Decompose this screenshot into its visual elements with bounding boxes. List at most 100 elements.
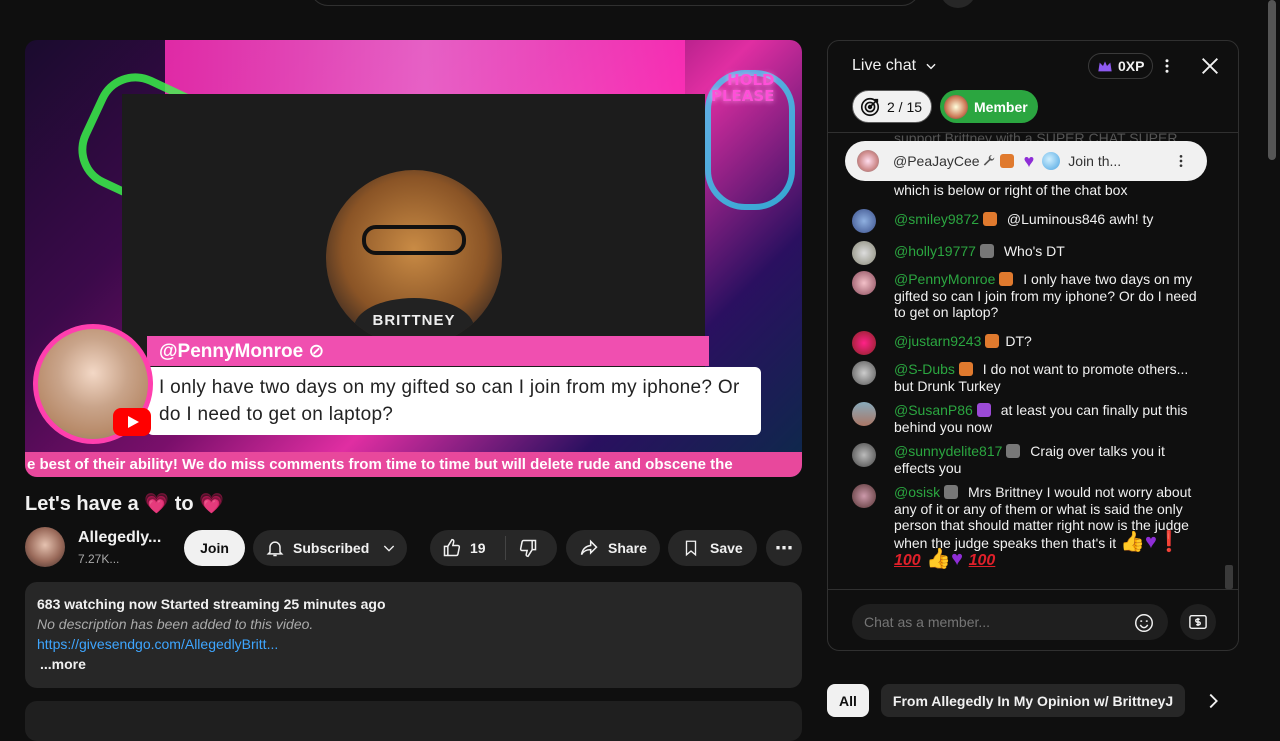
ticker-text: e best of their ability! We do miss comm… [27, 456, 733, 473]
hundred-points-icon: 100 [968, 552, 996, 569]
more-actions-button[interactable]: ⋯ [766, 530, 802, 566]
goal-pill[interactable]: 2 / 15 [852, 90, 932, 123]
glasses-graphic [362, 225, 466, 255]
message-author[interactable]: @S-Dubs [894, 361, 955, 377]
emoji-group: 👍♥❗ [1120, 531, 1182, 553]
overlay-author: @PennyMonroe ⊘ [159, 341, 325, 362]
thumbs-down-icon [518, 538, 538, 558]
bear-logo: BRITTNEY [326, 170, 502, 346]
message-author[interactable]: @PennyMonroe [894, 271, 995, 287]
member-badge-icon [976, 403, 991, 417]
chat-mode-dropdown[interactable]: Live chat [852, 57, 938, 75]
thumbs-up-emoji-icon: 👍 [1120, 530, 1145, 553]
message-author[interactable]: @justarn9243 [894, 333, 981, 349]
message-text: DT? [1005, 333, 1032, 349]
chip-all[interactable]: All [827, 684, 869, 717]
description-link[interactable]: https://givesendgo.com/AllegedlyBritt... [37, 636, 790, 652]
video-player[interactable]: HOLD PLEASE BRITTNEY @PennyMonroe ⊘ I on… [25, 40, 802, 477]
message-author[interactable]: @sunnydelite817 [894, 443, 1002, 459]
hundred-points-icon: 100 [894, 552, 921, 569]
avatar[interactable] [852, 331, 876, 355]
pinned-join-text: Join th... [1068, 153, 1122, 169]
crown-icon [1097, 59, 1113, 73]
chip-from-channel[interactable]: From Allegedly In My Opinion w/ Brittney… [880, 684, 1186, 717]
avatar[interactable] [852, 402, 876, 426]
search-bar[interactable] [310, 0, 920, 6]
please-text: PLEASE [711, 87, 775, 105]
member-badge-icon [999, 272, 1014, 286]
target-icon [859, 96, 881, 118]
save-label: Save [710, 540, 743, 556]
save-button[interactable]: Save [668, 530, 757, 566]
thumbs-up-icon [442, 538, 462, 558]
live-chat-panel: Live chat 0XP 2 / 15 Member support Brit… [827, 40, 1239, 651]
bookmark-icon [682, 538, 700, 558]
member-badge-icon [944, 485, 959, 499]
member-badge-icon [999, 154, 1014, 168]
avatar[interactable] [852, 209, 876, 233]
chat-scrollbar[interactable] [1225, 565, 1233, 589]
shirt-text: BRITTNEY [372, 312, 456, 329]
message-text: Who's DT [1003, 243, 1065, 259]
chevron-down-icon [381, 540, 397, 556]
share-label: Share [608, 540, 647, 556]
chevron-right-icon[interactable] [1202, 690, 1224, 712]
avatar[interactable] [852, 361, 876, 385]
xp-badge[interactable]: 0XP [1088, 53, 1154, 79]
pinned-message[interactable]: @PeaJayCee ♥ Join th... [845, 141, 1207, 181]
pinned-avatar [857, 150, 879, 172]
like-dislike-group: 19 [430, 530, 557, 566]
message-author[interactable]: @osisk [894, 484, 940, 500]
like-count: 19 [470, 540, 486, 556]
share-icon [578, 538, 600, 558]
heart-emoji: 💗 [144, 493, 170, 515]
share-button[interactable]: Share [566, 530, 660, 566]
member-badge-icon [983, 212, 998, 226]
member-badge-icon [958, 362, 973, 376]
description-box[interactable]: 683 watching now Started streaming 25 mi… [25, 582, 802, 688]
pinned-author: @PeaJayCee [893, 153, 980, 169]
avatar[interactable] [852, 484, 876, 508]
avatar[interactable] [852, 241, 876, 265]
message-text: which is below or right of the chat box [894, 182, 1128, 198]
like-button[interactable]: 19 [430, 536, 506, 560]
pinned-menu-icon[interactable] [1173, 151, 1189, 171]
view-stats: 683 watching now Started streaming 25 mi… [37, 596, 386, 612]
bell-icon [265, 538, 285, 558]
member-label: Member [974, 98, 1028, 115]
subscribed-button[interactable]: Subscribed [253, 530, 407, 566]
video-title: Let's have a 💗 to 💗 [25, 491, 224, 516]
overlay-message: I only have two days on my gifted so can… [159, 377, 740, 425]
top-bar [0, 0, 1280, 10]
emoji-icon[interactable] [1133, 612, 1155, 634]
more-icon: ⋯ [775, 537, 793, 558]
goal-progress: 2 / 15 [887, 98, 923, 115]
message-author[interactable]: @smiley9872 [894, 211, 979, 227]
ticker-banner: e best of their ability! We do miss comm… [25, 452, 802, 477]
join-button[interactable]: Join [184, 530, 245, 566]
chat-menu-icon[interactable] [1158, 55, 1176, 77]
dislike-button[interactable] [506, 538, 538, 558]
heart-emoji: 💗 [199, 493, 225, 515]
channel-name[interactable]: Allegedly... [78, 529, 161, 547]
emoji-group: 100 👍♥ 100 [894, 548, 995, 570]
chat-input-container[interactable] [852, 604, 1168, 640]
next-panel [25, 701, 802, 741]
channel-avatar[interactable] [25, 527, 65, 567]
show-more-link[interactable]: ...more [37, 656, 790, 672]
background-art [165, 40, 685, 100]
hold-please-sign: HOLD PLEASE [711, 72, 774, 104]
member-badge-icon [985, 334, 1000, 348]
page-scrollbar[interactable] [1268, 0, 1276, 160]
wrench-icon [982, 154, 996, 168]
super-chat-button[interactable] [1180, 604, 1216, 640]
avatar[interactable] [852, 271, 876, 295]
chat-input[interactable] [864, 614, 1134, 630]
member-pill[interactable]: Member [940, 90, 1038, 123]
dollar-icon [1187, 613, 1209, 631]
close-icon[interactable] [1199, 55, 1221, 77]
mic-button[interactable] [940, 0, 976, 8]
avatar[interactable] [852, 443, 876, 467]
message-author[interactable]: @SusanP86 [894, 402, 973, 418]
message-author[interactable]: @holly19777 [894, 243, 976, 259]
